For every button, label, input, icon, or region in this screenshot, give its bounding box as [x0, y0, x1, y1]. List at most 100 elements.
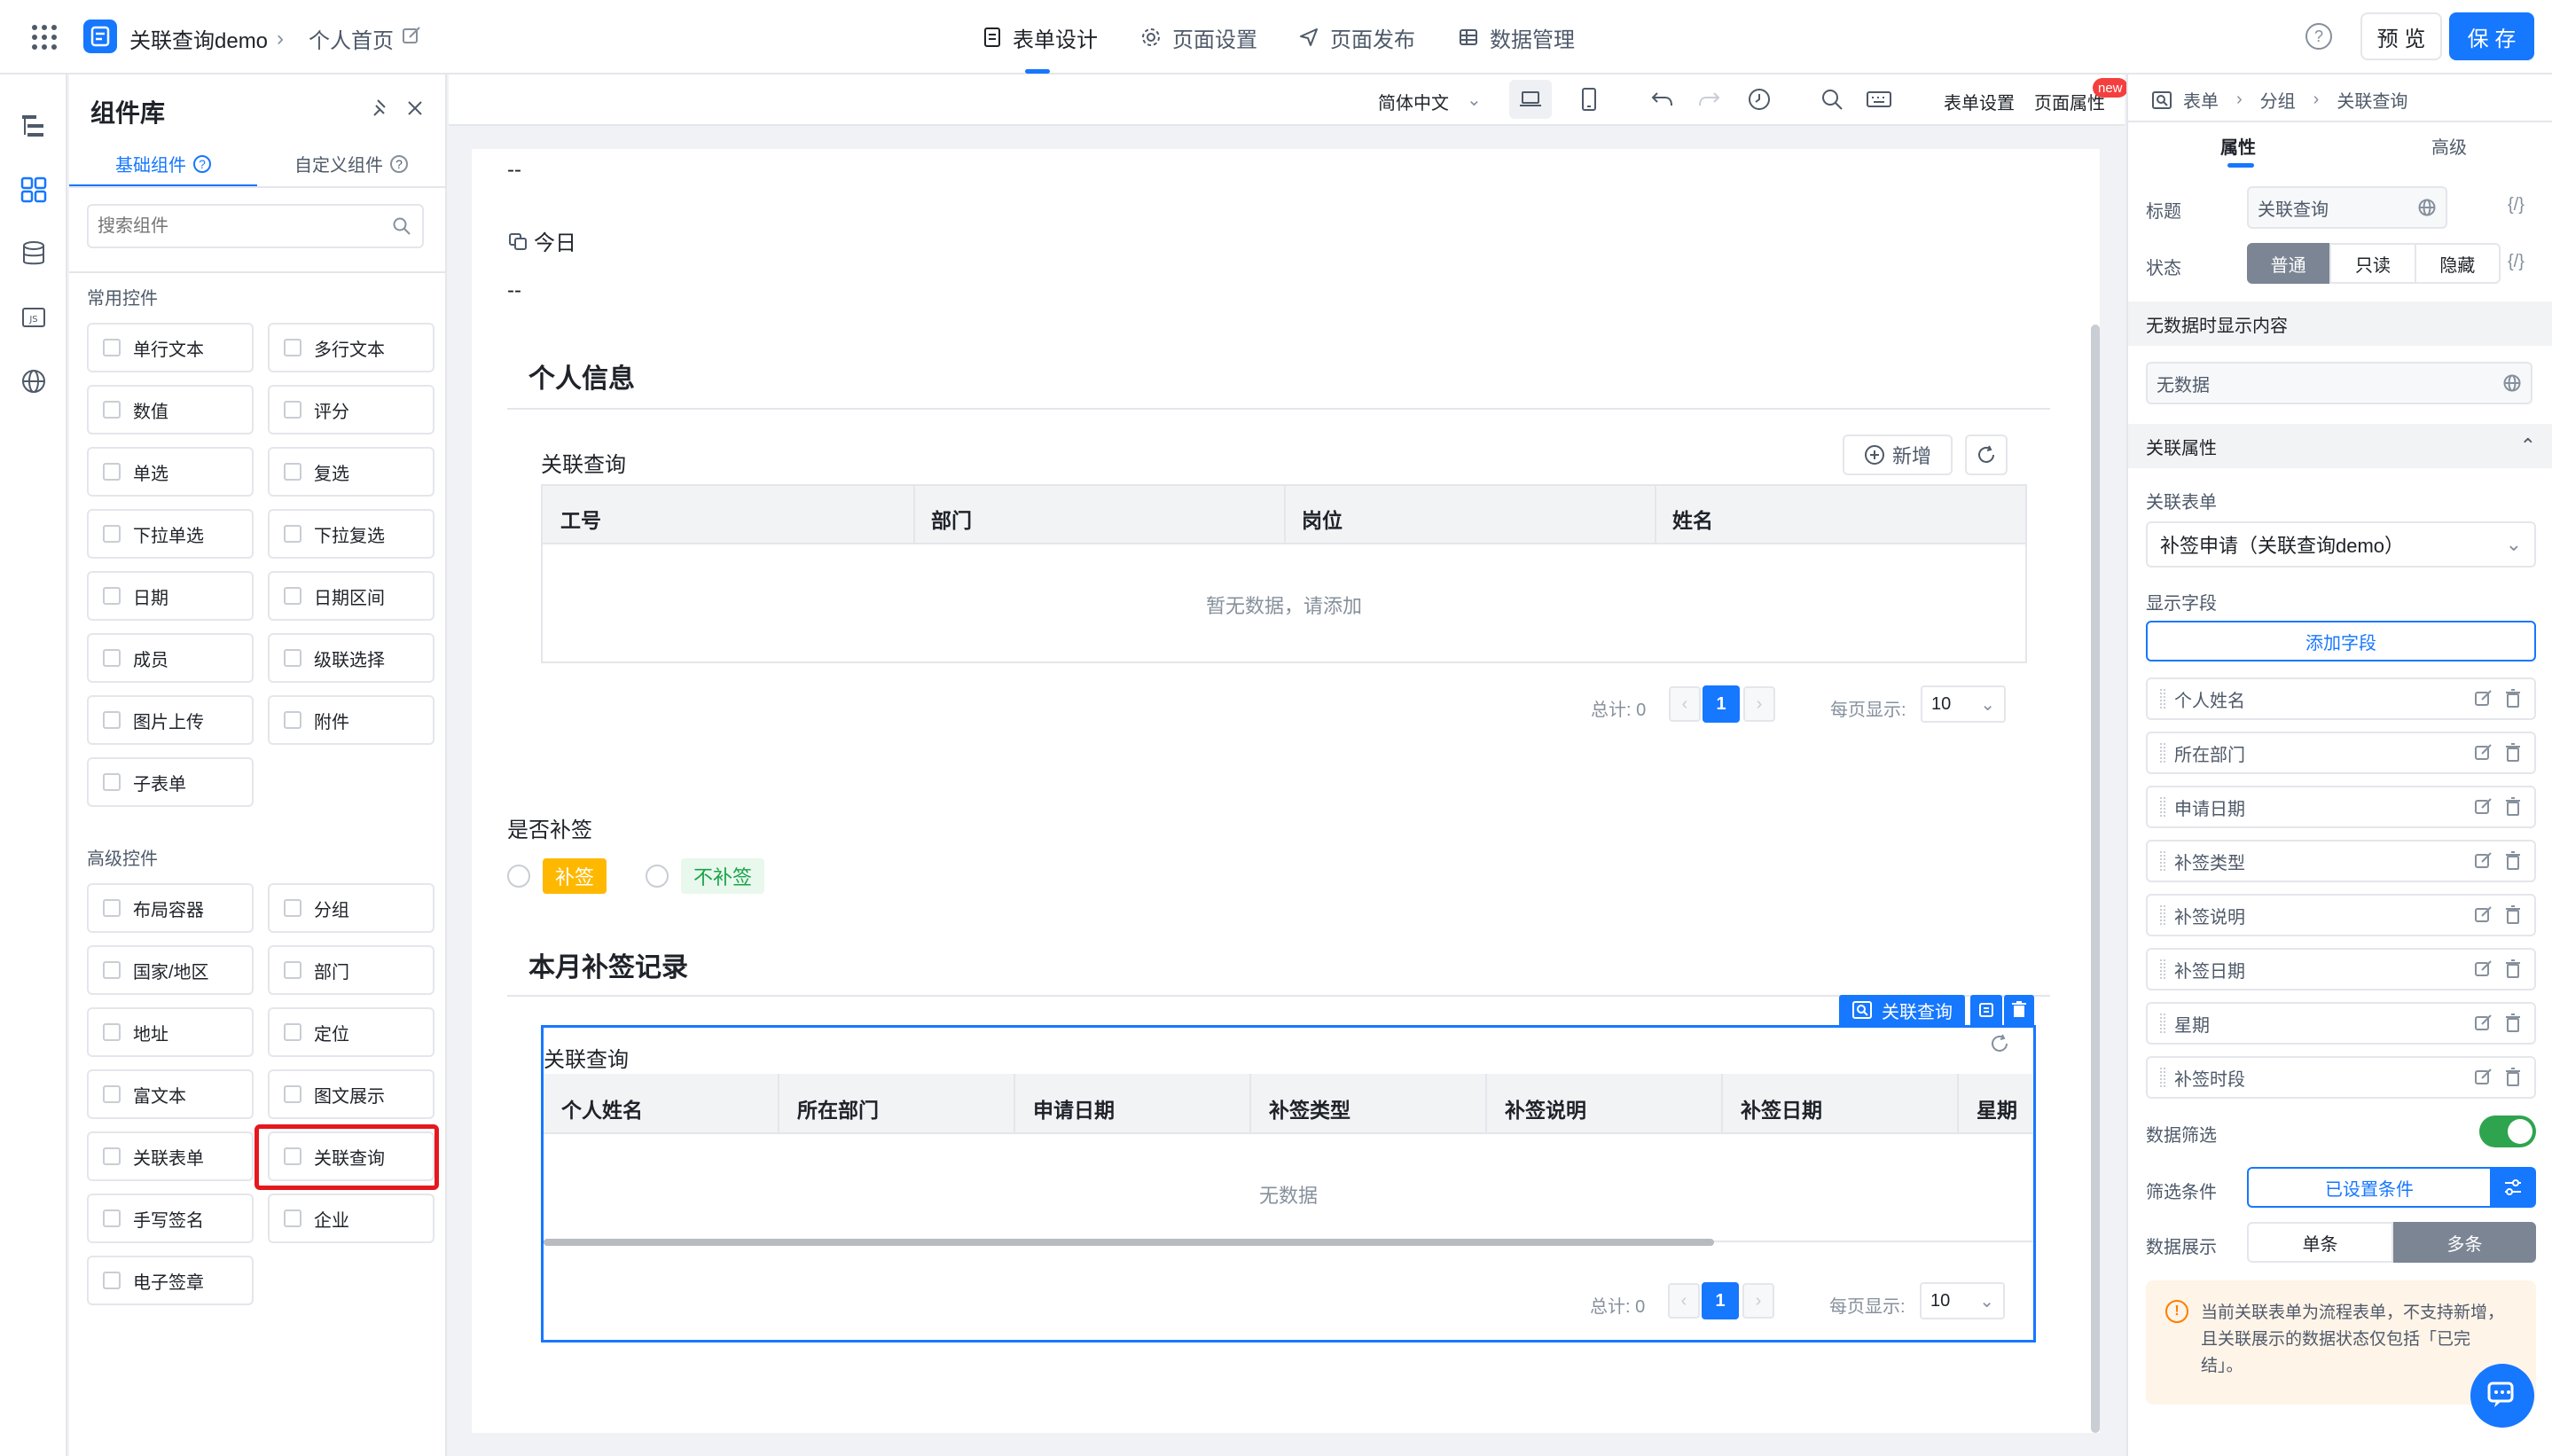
common-component-item[interactable]: 成员 [87, 633, 254, 683]
advanced-component-item[interactable]: 国家/地区 [87, 945, 254, 995]
display-field-row[interactable]: 所在部门 [2146, 732, 2536, 774]
column-header[interactable]: 补签类型 [1269, 1093, 1350, 1123]
chat-assistant-button[interactable] [2470, 1364, 2534, 1428]
display-single[interactable]: 单条 [2247, 1222, 2393, 1263]
help-icon[interactable]: ? [2305, 23, 2332, 50]
nav-data-management[interactable]: 数据管理 [1458, 0, 1575, 74]
history-icon[interactable] [1747, 87, 1772, 112]
close-icon[interactable] [404, 98, 426, 119]
mobile-view-icon[interactable] [1580, 87, 1598, 112]
advanced-component-item[interactable]: 部门 [268, 945, 434, 995]
advanced-component-item[interactable]: 手写签名 [87, 1194, 254, 1243]
nav-page-settings[interactable]: 页面设置 [1140, 0, 1257, 74]
desktop-view-button[interactable] [1509, 80, 1552, 119]
breadcrumb-page[interactable]: 个人首页 [309, 23, 394, 54]
breadcrumb-item[interactable]: 关联查询 [2337, 87, 2407, 113]
common-component-item[interactable]: 级联选择 [268, 633, 434, 683]
globe-icon[interactable] [2502, 373, 2522, 393]
display-field-row[interactable]: 补签日期 [2146, 948, 2536, 990]
pin-icon[interactable] [371, 98, 392, 119]
per-page-select[interactable]: 10 ⌄ [1920, 1282, 2005, 1319]
keyboard-icon[interactable] [1866, 89, 1892, 110]
tab-basic-components[interactable]: 基础组件 ? [115, 151, 211, 176]
display-field-row[interactable]: 星期 [2146, 1002, 2536, 1045]
database-icon[interactable] [20, 239, 48, 268]
assoc-form-select[interactable]: 补签申请（关联查询demo） ⌄ [2146, 521, 2536, 568]
advanced-component-item[interactable]: 分组 [268, 883, 434, 933]
refresh-button[interactable] [1965, 434, 2008, 475]
trash-icon[interactable] [2504, 743, 2522, 763]
drag-handle-icon[interactable] [2160, 1068, 2165, 1087]
preview-button[interactable]: 预 览 [2360, 12, 2442, 60]
trash-icon[interactable] [2504, 905, 2522, 925]
breadcrumb-item[interactable]: 分组 [2260, 87, 2296, 113]
save-button[interactable]: 保 存 [2449, 12, 2534, 60]
app-title[interactable]: 关联查询demo [129, 23, 268, 54]
common-component-item[interactable]: 附件 [268, 695, 434, 745]
condition-button[interactable]: 已设置条件 [2247, 1167, 2492, 1208]
pagination-current-page[interactable]: 1 [1702, 1282, 1739, 1319]
display-field-row[interactable]: 个人姓名 [2146, 677, 2536, 720]
common-component-item[interactable]: 复选 [268, 447, 434, 497]
form-settings-button[interactable]: 表单设置 [1944, 89, 2015, 114]
copy-component-button[interactable] [1970, 995, 2002, 1025]
selected-component-tag[interactable]: 关联查询 [1839, 995, 1965, 1025]
pagination-prev-button[interactable]: ‹ [1669, 686, 1701, 722]
search-icon[interactable] [1820, 87, 1844, 112]
display-field-row[interactable]: 补签说明 [2146, 894, 2536, 936]
drag-handle-icon[interactable] [2160, 689, 2165, 708]
trash-icon[interactable] [2504, 797, 2522, 817]
pagination-current-page[interactable]: 1 [1703, 685, 1740, 723]
add-record-button[interactable]: 新增 [1843, 434, 1953, 475]
common-component-item[interactable]: 子表单 [87, 757, 254, 807]
nodata-input[interactable]: 无数据 [2146, 362, 2532, 404]
radio-circle[interactable] [646, 865, 669, 888]
drag-handle-icon[interactable] [2160, 851, 2165, 871]
formula-button[interactable]: {/} [2508, 195, 2525, 215]
drag-handle-icon[interactable] [2160, 1014, 2165, 1033]
advanced-component-item[interactable]: 布局容器 [87, 883, 254, 933]
common-component-item[interactable]: 下拉单选 [87, 509, 254, 559]
nav-page-publish[interactable]: 页面发布 [1298, 0, 1415, 74]
trash-icon[interactable] [2504, 1068, 2522, 1087]
add-field-button[interactable]: 添加字段 [2146, 621, 2536, 661]
selected-related-query-component[interactable]: 关联查询 个人姓名 所在部门 申请日期 补签类型 补签说明 补签日期 星期 无数… [541, 1025, 2036, 1342]
drag-handle-icon[interactable] [2160, 959, 2165, 979]
trash-icon[interactable] [2504, 959, 2522, 979]
advanced-component-item[interactable]: 图文展示 [268, 1069, 434, 1119]
nav-form-design[interactable]: 表单设计 [982, 0, 1098, 74]
components-grid-icon[interactable] [20, 176, 48, 204]
pagination-prev-button[interactable]: ‹ [1668, 1283, 1700, 1319]
trash-icon[interactable] [2504, 689, 2522, 708]
display-field-row[interactable]: 补签时段 [2146, 1056, 2536, 1099]
drag-handle-icon[interactable] [2160, 743, 2165, 763]
advanced-component-item[interactable]: 富文本 [87, 1069, 254, 1119]
advanced-component-item[interactable]: 关联表单 [87, 1131, 254, 1181]
display-multiple[interactable]: 多条 [2393, 1222, 2536, 1263]
undo-icon[interactable] [1649, 89, 1674, 110]
radio-option-no-supplement[interactable]: 不补签 [646, 858, 765, 894]
language-select[interactable]: 简体中文 ⌄ [1378, 89, 1482, 114]
common-component-item[interactable]: 多行文本 [268, 323, 434, 372]
outline-tree-icon[interactable] [20, 112, 48, 140]
edit-icon[interactable] [2474, 959, 2493, 979]
pagination-next-button[interactable]: › [1742, 1283, 1774, 1319]
common-component-item[interactable]: 单行文本 [87, 323, 254, 372]
edit-icon[interactable] [2474, 1068, 2493, 1087]
globe-icon[interactable] [20, 367, 48, 395]
edit-icon[interactable] [2474, 1014, 2493, 1033]
js-script-icon[interactable]: JS [20, 303, 48, 332]
redo-icon[interactable] [1697, 89, 1722, 110]
drag-handle-icon[interactable] [2160, 797, 2165, 817]
common-component-item[interactable]: 下拉复选 [268, 509, 434, 559]
edit-icon[interactable] [2474, 905, 2493, 925]
filter-toggle[interactable] [2479, 1115, 2536, 1147]
radio-option-supplement[interactable]: 补签 [507, 858, 607, 894]
today-field[interactable]: 今日 [507, 225, 576, 256]
common-component-item[interactable]: 日期 [87, 571, 254, 621]
column-header[interactable]: 所在部门 [797, 1093, 879, 1123]
title-input[interactable]: 关联查询 [2247, 186, 2447, 229]
advanced-component-item[interactable]: 企业 [268, 1194, 434, 1243]
trash-icon[interactable] [2504, 851, 2522, 871]
column-header[interactable]: 部门 [931, 504, 972, 534]
